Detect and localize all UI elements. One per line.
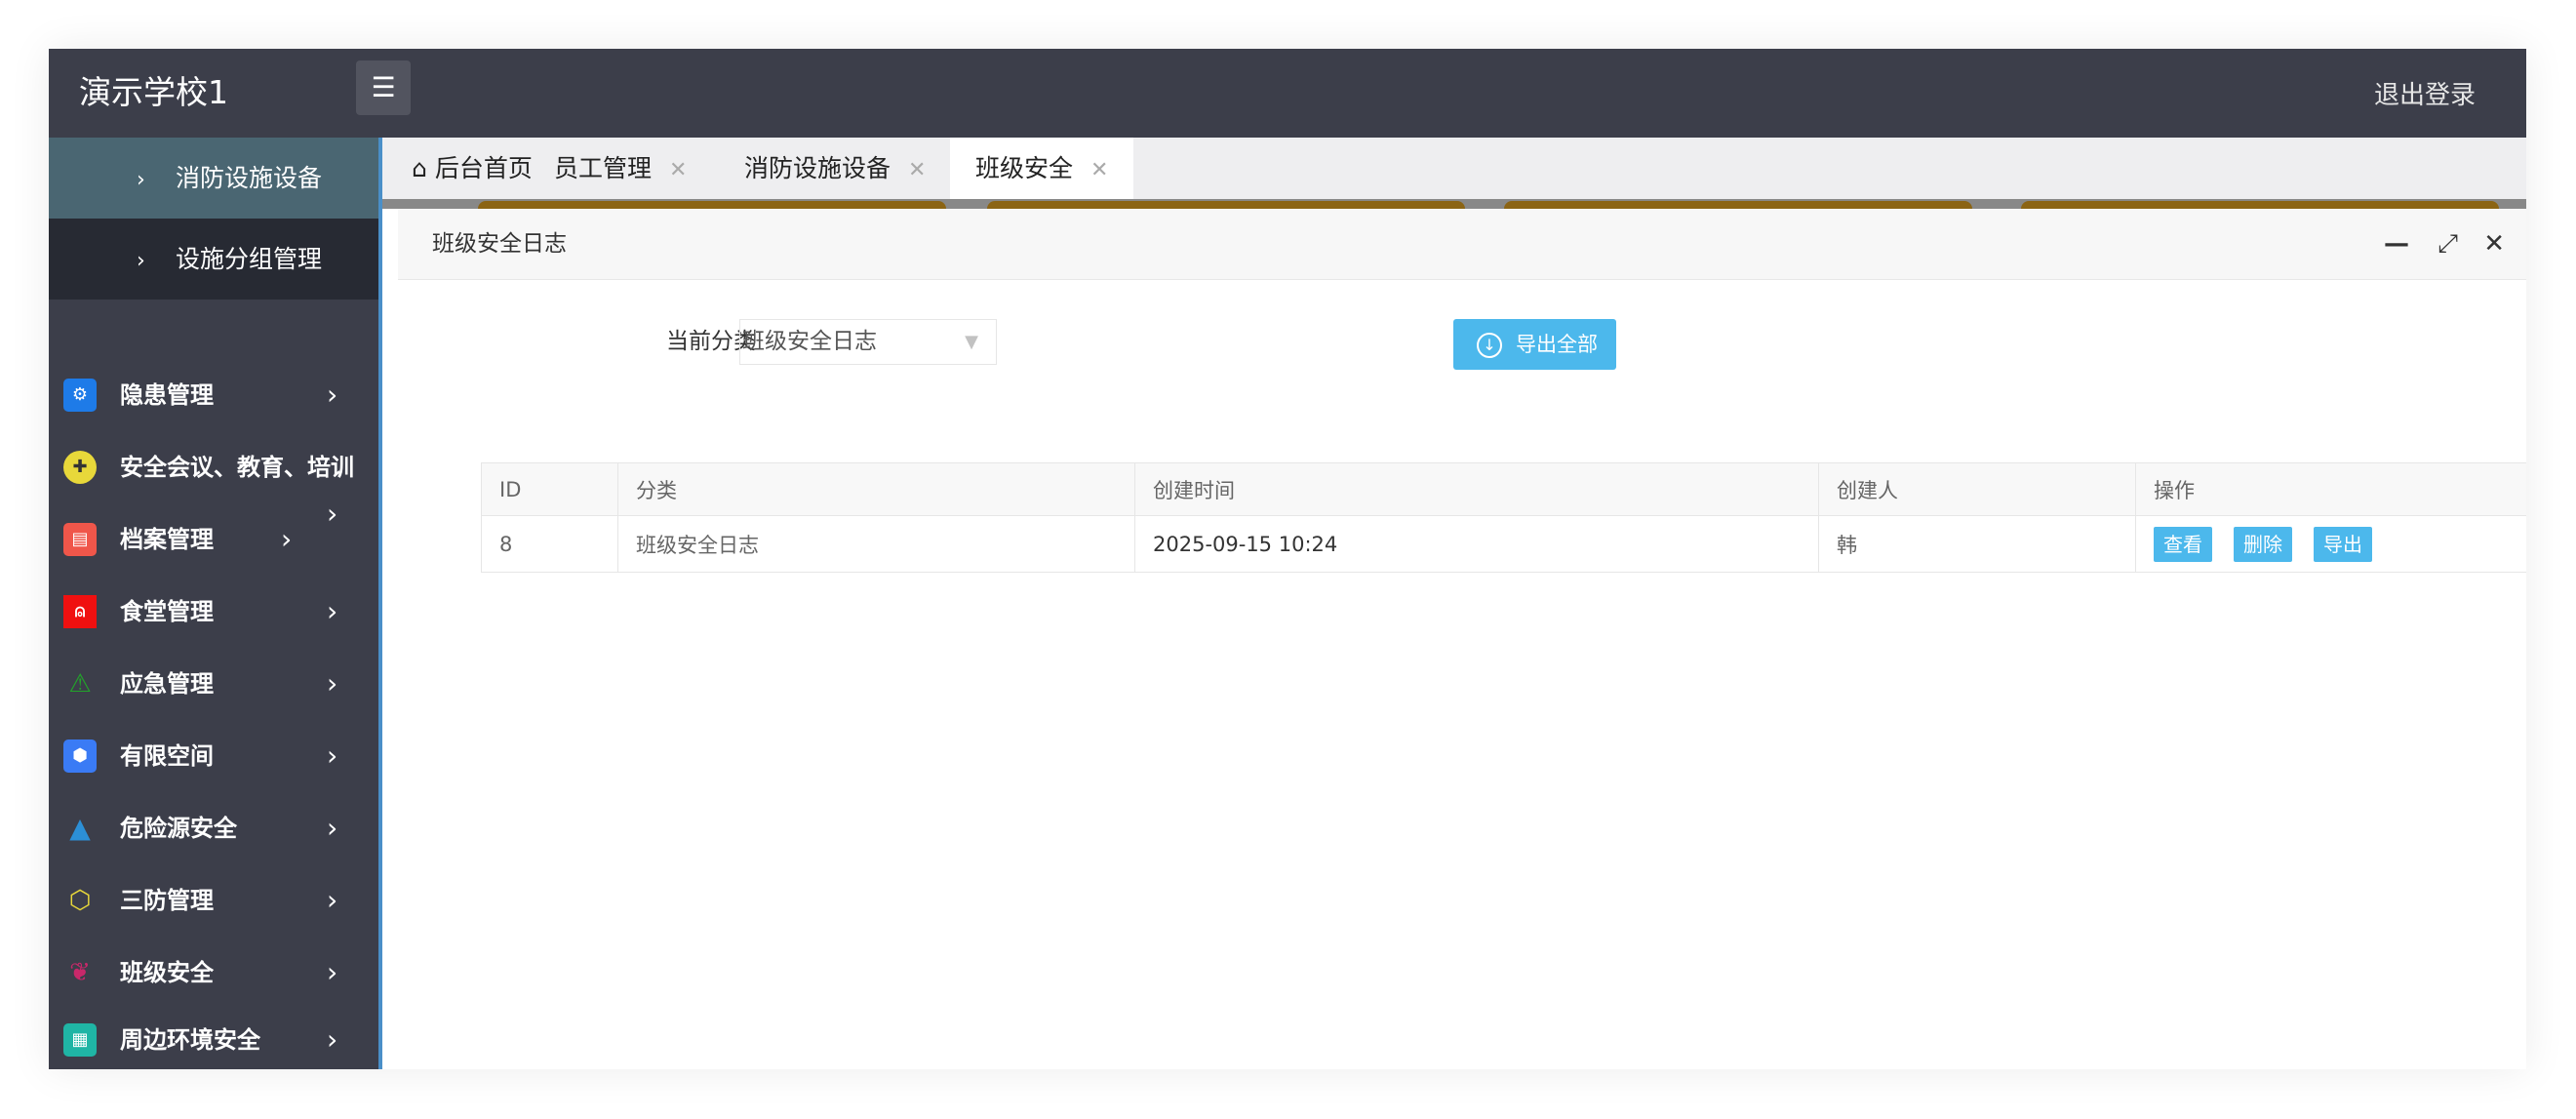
archive-icon: ▤ <box>63 523 97 556</box>
chevron-right-icon: › <box>327 956 338 988</box>
tab-staff[interactable]: 员工管理 ✕ <box>554 138 687 199</box>
app-window: 演示学校1 ☰ 退出登录 › 消防设施设备 › 设施分组管理 ⚙ 隐患管理 › ✚ 安全会… <box>49 49 2526 1069</box>
sidebar-item-label: 安全会议、教育、培训 <box>120 454 354 481</box>
log-table: ID 分类 创建时间 创建人 操作 8 班级安全日志 2025-09-15 10… <box>481 462 2526 573</box>
background-strip <box>382 199 2526 209</box>
sidebar-item-label: 班级安全 <box>120 959 214 986</box>
leaf-icon: ❦ <box>69 958 91 987</box>
tab-label: 后台首页 <box>434 154 533 182</box>
column-header: 操作 <box>2135 462 2526 516</box>
dialog-panel: 班级安全日志 — ⤢ ✕ 当前分类 班级安全日志 ▼ ↓ 导出全部 ID 分类 创建… <box>398 209 2526 1069</box>
chevron-right-icon: › <box>137 168 145 192</box>
download-icon: ↓ <box>1477 333 1502 358</box>
column-header: 创建人 <box>1818 462 2136 516</box>
sidebar-item-hazard-source[interactable]: ▲ 危险源安全 › <box>49 804 378 853</box>
bell-icon: ⍝ <box>63 595 97 628</box>
category-select[interactable]: 班级安全日志 ▼ <box>739 319 997 365</box>
chevron-right-icon: › <box>327 812 338 844</box>
warning-icon: ⚠ <box>68 669 92 699</box>
sidebar-subitem-group[interactable]: › 设施分组管理 <box>49 219 378 300</box>
chevron-right-icon: › <box>281 523 293 555</box>
sidebar-item-emergency[interactable]: ⚠ 应急管理 › <box>49 659 378 708</box>
sidebar-item-label: 应急管理 <box>120 670 214 698</box>
column-header: 创建时间 <box>1134 462 1819 516</box>
sidebar-item-meeting[interactable]: ✚ 安全会议、教育、培训 <box>49 443 378 492</box>
cell-id: 8 <box>481 515 618 573</box>
close-icon[interactable]: ✕ <box>669 158 687 182</box>
table-header-row: ID 分类 创建时间 创建人 操作 <box>481 462 2526 516</box>
chevron-right-icon: › <box>327 739 338 772</box>
meeting-icon: ✚ <box>63 451 97 484</box>
lightning-icon: ▲ <box>69 812 91 844</box>
chevron-right-icon: › <box>327 595 338 627</box>
category-value: 班级安全日志 <box>742 329 877 354</box>
cube-icon: ⬢ <box>63 739 97 773</box>
dialog-header: 班级安全日志 — ⤢ ✕ <box>398 209 2526 280</box>
sidebar-item-label: 隐患管理 <box>120 381 214 409</box>
sidebar-item-three-defense[interactable]: ⬡ 三防管理 › <box>49 876 378 925</box>
sidebar-subitem-label: 设施分组管理 <box>176 245 323 273</box>
export-button[interactable]: 导出 <box>2314 526 2372 562</box>
close-icon[interactable]: ✕ <box>908 158 926 182</box>
logout-link[interactable]: 退出登录 <box>2374 76 2476 115</box>
menu-toggle-icon[interactable]: ☰ <box>356 60 411 115</box>
close-icon[interactable]: ✕ <box>2483 226 2505 261</box>
sidebar-item-class-safety[interactable]: ❦ 班级安全 › <box>49 948 378 997</box>
sidebar-item-canteen[interactable]: ⍝ 食堂管理 › <box>49 587 378 636</box>
chevron-right-icon: › <box>327 379 338 411</box>
chevron-right-icon: › <box>137 249 145 273</box>
top-header: 演示学校1 ☰ 退出登录 <box>49 49 2526 138</box>
hexagon-icon: ⬡ <box>68 886 92 915</box>
home-icon: ⌂ <box>412 154 427 182</box>
tab-class-safety[interactable]: 班级安全 ✕ <box>950 138 1134 199</box>
brand-title: 演示学校1 <box>79 73 228 111</box>
sidebar-item-surroundings[interactable]: ▦ 周边环境安全 › <box>49 1016 378 1064</box>
sidebar: › 消防设施设备 › 设施分组管理 ⚙ 隐患管理 › ✚ 安全会议、教育、培训 ▤ 档案管理… <box>49 138 382 1069</box>
sidebar-item-label: 危险源安全 <box>120 815 237 842</box>
cell-category: 班级安全日志 <box>617 515 1135 573</box>
map-icon: ▦ <box>63 1023 97 1057</box>
tab-bar: ⌂ 后台首页 员工管理 ✕ 消防设施设备 ✕ 班级安全 ✕ <box>382 138 2526 199</box>
chevron-right-icon: › <box>327 884 338 916</box>
table-row: 8 班级安全日志 2025-09-15 10:24 韩 查看 删除 导出 <box>481 515 2526 573</box>
tab-label: 班级安全 <box>975 154 1074 182</box>
sidebar-item-label: 食堂管理 <box>120 598 214 625</box>
chevron-right-icon: › <box>327 1023 338 1056</box>
chevron-right-icon: › <box>327 498 338 530</box>
sidebar-item-label: 周边环境安全 <box>120 1026 260 1054</box>
view-button[interactable]: 查看 <box>2154 526 2212 562</box>
export-all-label: 导出全部 <box>1516 333 1598 356</box>
sidebar-item-label: 档案管理 <box>120 526 214 553</box>
sidebar-item-label: 有限空间 <box>120 742 214 770</box>
caret-down-icon: ▼ <box>965 332 978 352</box>
shield-gear-icon: ⚙ <box>63 379 97 412</box>
tab-label: 员工管理 <box>554 154 653 182</box>
sidebar-item-hazard[interactable]: ⚙ 隐患管理 › <box>49 371 378 420</box>
sidebar-item-label: 三防管理 <box>120 887 214 914</box>
sidebar-item-archive[interactable]: ▤ 档案管理 › › <box>49 498 378 564</box>
export-all-button[interactable]: ↓ 导出全部 <box>1453 319 1616 370</box>
tab-home[interactable]: ⌂ 后台首页 <box>412 138 533 199</box>
chevron-right-icon: › <box>327 667 338 699</box>
delete-button[interactable]: 删除 <box>2234 526 2292 562</box>
maximize-icon[interactable]: ⤢ <box>2437 226 2458 261</box>
cell-created: 2025-09-15 10:24 <box>1134 515 1819 573</box>
minimize-icon[interactable]: — <box>2384 226 2409 261</box>
dialog-title: 班级安全日志 <box>432 231 567 257</box>
tab-fire-equipment[interactable]: 消防设施设备 ✕ <box>744 138 926 199</box>
close-icon[interactable]: ✕ <box>1090 158 1108 182</box>
sidebar-subitem-label: 消防设施设备 <box>176 164 323 192</box>
column-header: ID <box>481 462 618 516</box>
column-header: 分类 <box>617 462 1135 516</box>
sidebar-subitem-fire-equipment[interactable]: › 消防设施设备 <box>49 138 378 219</box>
tab-label: 消防设施设备 <box>744 154 892 182</box>
cell-actions: 查看 删除 导出 <box>2135 515 2526 573</box>
cell-creator: 韩 <box>1818 515 2136 573</box>
sidebar-item-confined-space[interactable]: ⬢ 有限空间 › <box>49 732 378 780</box>
